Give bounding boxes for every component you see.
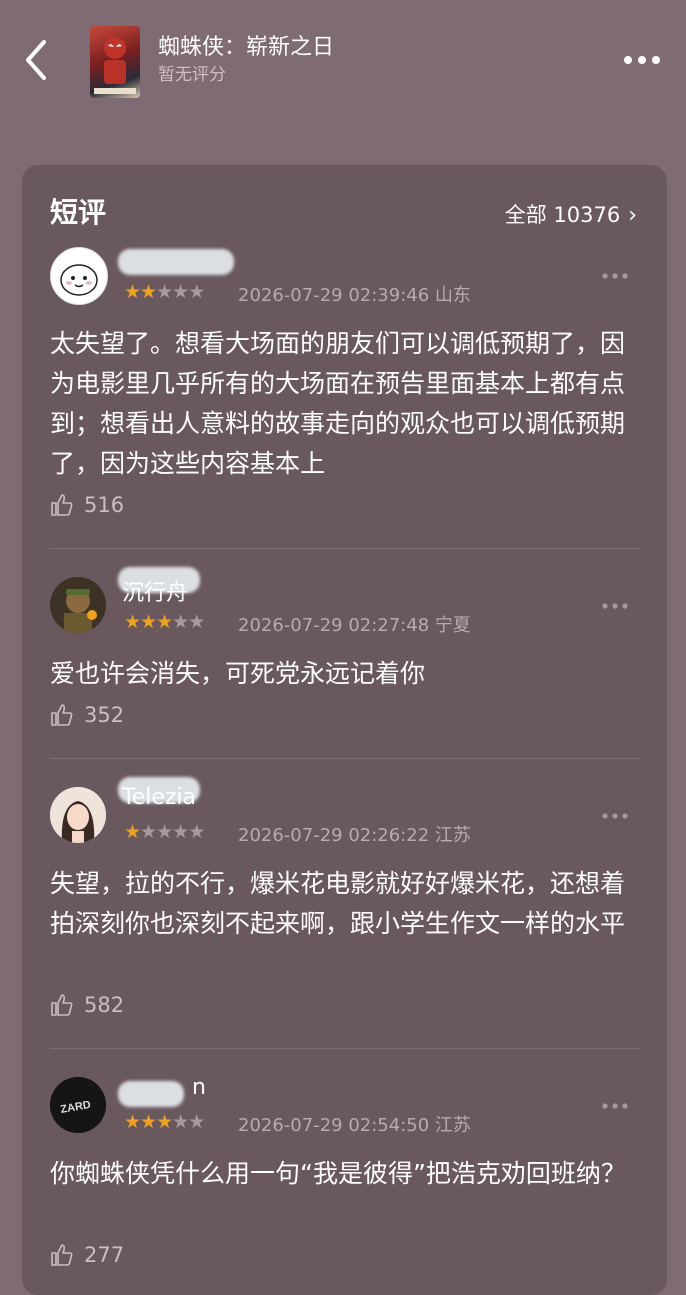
avatar[interactable]: ZARD: [50, 1077, 106, 1133]
review-text: 失望，拉的不行，爆米花电影就好好爆米花，还想着拍深刻你也深刻不起来啊，跟小学生作…: [50, 869, 626, 938]
divider: [50, 758, 640, 759]
section-title: 短评: [50, 196, 107, 229]
like-button[interactable]: 516: [50, 493, 124, 519]
review-meta: 2026-07-29 02:54:50 江苏: [238, 1111, 471, 1137]
star-filled-icon: ★: [124, 1111, 141, 1133]
review-location: 宁夏: [434, 615, 471, 636]
star-filled-icon: ★: [124, 281, 141, 303]
review-timestamp: 2026-07-29 02:26:22: [238, 825, 430, 846]
avatar[interactable]: [50, 247, 108, 305]
review-text: 爱也许会消失，可死党永远记着你: [50, 659, 426, 688]
star-empty-icon: ★: [188, 821, 205, 843]
all-reviews-label: 全部 10376: [504, 203, 621, 227]
review-more-icon[interactable]: [601, 812, 629, 820]
star-empty-icon: ★: [156, 821, 173, 843]
all-reviews-link[interactable]: 全部 10376 ›: [505, 199, 637, 229]
back-arrow-icon[interactable]: [20, 38, 54, 82]
star-rating: ★★★★★: [124, 611, 205, 633]
movie-title: 蜘蛛侠：崭新之日: [158, 35, 335, 60]
avatar[interactable]: [50, 787, 106, 843]
review-more-icon[interactable]: [601, 1102, 629, 1110]
like-button[interactable]: 582: [50, 993, 124, 1019]
star-empty-icon: ★: [188, 281, 205, 303]
review-timestamp: 2026-07-29 02:39:46: [238, 285, 430, 306]
star-rating: ★★★★★: [124, 821, 205, 843]
star-empty-icon: ★: [140, 821, 157, 843]
review-timestamp: 2026-07-29 02:27:48: [238, 615, 430, 636]
star-empty-icon: ★: [188, 611, 205, 633]
review-meta: 2026-07-29 02:26:22 江苏: [238, 821, 471, 847]
review-location: 山东: [434, 285, 471, 306]
star-filled-icon: ★: [124, 611, 141, 633]
chevron-right-icon: ›: [628, 203, 637, 228]
thumb-up-icon: [51, 1244, 73, 1266]
like-count: 516: [84, 493, 125, 517]
like-count: 352: [84, 703, 125, 727]
username-blur: [118, 249, 234, 275]
top-bar: 蜘蛛侠：崭新之日 暂无评分: [0, 0, 686, 120]
star-filled-icon: ★: [156, 1111, 173, 1133]
star-filled-icon: ★: [140, 1111, 157, 1133]
star-empty-icon: ★: [172, 821, 189, 843]
review-text: 太失望了。想看大场面的朋友们可以调低预期了，因为电影里几乎所有的大场面在预告里面…: [50, 329, 626, 478]
star-filled-icon: ★: [156, 611, 173, 633]
star-empty-icon: ★: [156, 281, 173, 303]
review-text: 你蜘蛛侠凭什么用一句“我是彼得”把浩克劝回班纳？: [50, 1159, 626, 1188]
avatar[interactable]: [50, 577, 106, 633]
username-blur: [118, 1081, 184, 1107]
like-count: 582: [84, 993, 125, 1017]
star-rating: ★★★★★: [124, 1111, 205, 1133]
star-filled-icon: ★: [140, 281, 157, 303]
like-button[interactable]: 352: [50, 703, 124, 729]
star-empty-icon: ★: [188, 1111, 205, 1133]
more-options-icon[interactable]: [622, 52, 662, 68]
star-filled-icon: ★: [140, 611, 157, 633]
username: n: [192, 1075, 206, 1100]
divider: [50, 548, 640, 549]
star-rating: ★★★★★: [124, 281, 205, 303]
review-location: 江苏: [434, 1115, 471, 1136]
username: Telezia: [122, 785, 197, 810]
star-empty-icon: ★: [172, 1111, 189, 1133]
star-empty-icon: ★: [172, 611, 189, 633]
review-more-icon[interactable]: [601, 602, 629, 610]
thumb-up-icon: [51, 994, 73, 1016]
like-count: 277: [84, 1243, 125, 1267]
review-more-icon[interactable]: [601, 272, 629, 280]
divider: [50, 1048, 640, 1049]
review-timestamp: 2026-07-29 02:54:50: [238, 1115, 430, 1136]
review-location: 江苏: [434, 825, 471, 846]
review-meta: 2026-07-29 02:27:48 宁夏: [238, 611, 471, 637]
review-meta: 2026-07-29 02:39:46 山东: [238, 281, 471, 307]
movie-rating-text: 暂无评分: [158, 65, 226, 85]
star-filled-icon: ★: [124, 821, 141, 843]
thumb-up-icon: [51, 494, 73, 516]
short-review-panel: 短评 全部 10376 › ★★★★★ 2026-07-29 02:39:46 山…: [22, 165, 667, 1295]
thumb-up-icon: [51, 704, 73, 726]
username: 沉行舟: [122, 581, 189, 606]
like-button[interactable]: 277: [50, 1243, 124, 1269]
movie-poster[interactable]: [90, 26, 140, 98]
star-empty-icon: ★: [172, 281, 189, 303]
